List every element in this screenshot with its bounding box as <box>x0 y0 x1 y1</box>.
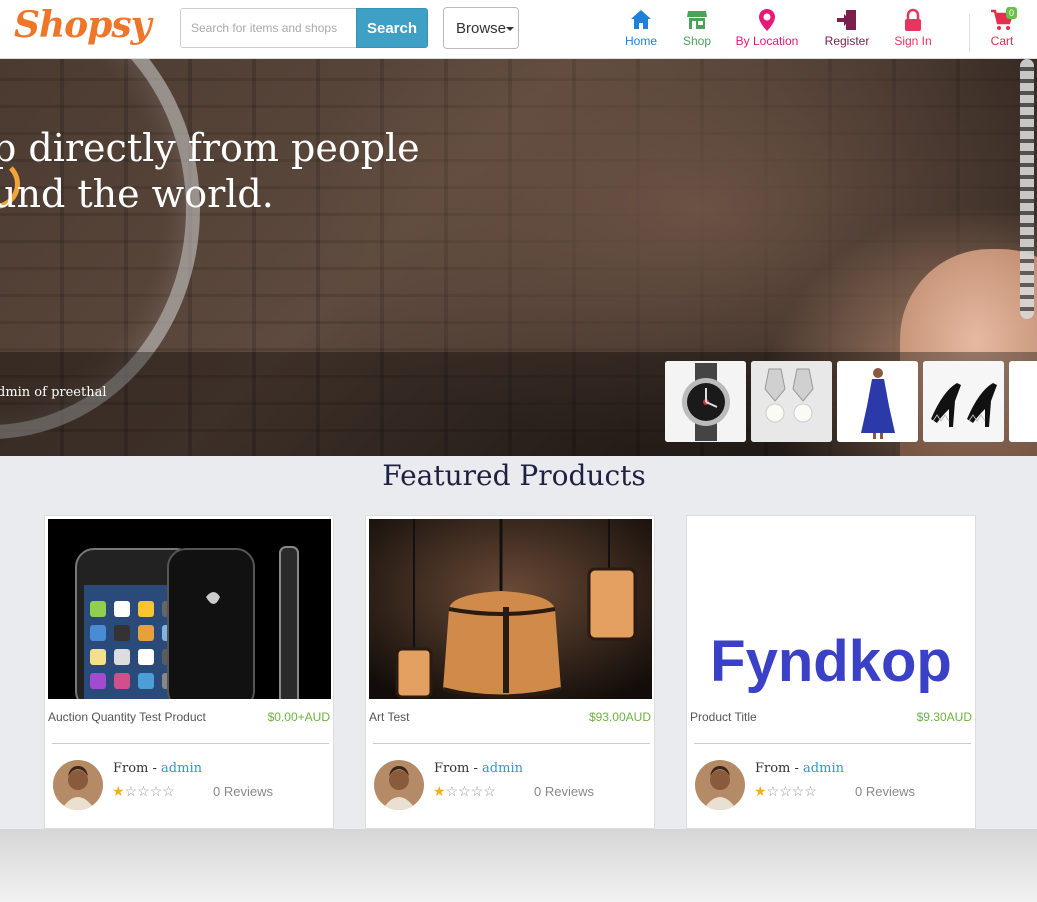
seller-line: From - admin <box>113 761 202 776</box>
product-price: $9.30AUD <box>916 710 972 724</box>
nav-home-label: Home <box>624 34 657 48</box>
star-empty-icon: ☆ <box>779 783 792 799</box>
seller-avatar[interactable] <box>53 760 103 810</box>
hero-line-1: p directly from people <box>0 126 420 170</box>
shop-icon <box>687 11 707 29</box>
hero-thumb-earrings[interactable] <box>751 361 832 442</box>
star-empty-icon: ☆ <box>470 783 484 799</box>
product-image-fyndkop[interactable]: Fyndkop <box>690 519 973 699</box>
hero-caption: dmin of preethal <box>0 385 107 400</box>
home-icon <box>631 10 651 29</box>
watch-image <box>665 361 746 442</box>
star-empty-icon: ☆ <box>149 783 163 799</box>
rating-stars: ★☆☆☆☆ <box>112 783 175 800</box>
nav-divider <box>969 14 970 52</box>
star-empty-icon: ☆ <box>766 783 780 799</box>
review-count[interactable]: 0 Reviews <box>534 784 594 799</box>
fyndkop-text: Fyndkop <box>710 629 952 694</box>
earrings-image <box>751 361 832 442</box>
star-empty-icon: ☆ <box>791 783 805 799</box>
dress-image <box>837 361 918 442</box>
card-divider <box>694 743 971 744</box>
nav-shop[interactable]: Shop <box>678 8 716 48</box>
nav-home[interactable]: Home <box>622 8 660 48</box>
from-label: From - <box>113 761 162 776</box>
nav-sign-in[interactable]: Sign In <box>892 8 934 48</box>
star-empty-icon: ☆ <box>124 783 138 799</box>
site-header: Shopsy Search Browse Home Shop By Locati… <box>0 0 1037 59</box>
star-empty-icon: ☆ <box>458 783 471 799</box>
iphone-image <box>48 519 331 699</box>
shopsy-logo[interactable]: Shopsy <box>14 4 152 46</box>
browse-dropdown[interactable]: Browse <box>443 7 519 49</box>
fyndkop-logo-image: Fyndkop <box>690 519 973 699</box>
lock-icon <box>905 8 921 31</box>
nav-register-label: Register <box>824 34 870 48</box>
cart-count-badge: 0 <box>1006 7 1018 19</box>
product-image-lamps[interactable] <box>369 519 652 699</box>
seller-line: From - admin <box>434 761 523 776</box>
seller-link[interactable]: admin <box>803 761 844 776</box>
seller-avatar[interactable] <box>374 760 424 810</box>
hero-thumb-more[interactable] <box>1009 361 1037 442</box>
product-image-iphone[interactable] <box>48 519 331 699</box>
product-card[interactable]: Art Test $93.00AUD From - admin ★☆☆☆☆ 0 … <box>365 515 655 829</box>
hero-line-2: und the world. <box>0 172 274 216</box>
hero-banner: p directly from people und the world. dm… <box>0 59 1037 456</box>
product-price: $0.00+AUD <box>267 710 330 724</box>
caret-down-icon <box>506 27 514 31</box>
nav-location-label: By Location <box>735 34 799 48</box>
rating-stars: ★☆☆☆☆ <box>754 783 817 800</box>
product-card[interactable]: Auction Quantity Test Product $0.00+AUD … <box>44 515 334 829</box>
hero-thumb-dress[interactable] <box>837 361 918 442</box>
pull-chain-graphic <box>1020 59 1034 319</box>
from-label: From - <box>755 761 804 776</box>
nav-shop-label: Shop <box>682 34 712 48</box>
register-icon <box>837 10 856 30</box>
search-button[interactable]: Search <box>356 8 428 48</box>
lamps-image <box>369 519 652 699</box>
location-pin-icon <box>759 9 775 31</box>
seller-line: From - admin <box>755 761 844 776</box>
star-filled-icon: ★ <box>433 783 446 799</box>
product-title[interactable]: Art Test <box>369 710 409 724</box>
hero-thumb-heels[interactable] <box>923 361 1004 442</box>
heels-image <box>923 361 1004 442</box>
product-price: $93.00AUD <box>588 710 651 724</box>
nav-register[interactable]: Register <box>821 8 873 48</box>
review-count[interactable]: 0 Reviews <box>213 784 273 799</box>
hero-headline: p directly from people und the world. <box>0 125 420 217</box>
product-title[interactable]: Auction Quantity Test Product <box>48 710 206 724</box>
star-empty-icon: ☆ <box>137 783 150 799</box>
seller-avatar[interactable] <box>695 760 745 810</box>
hero-thumb-watch[interactable] <box>665 361 746 442</box>
star-filled-icon: ★ <box>112 783 125 799</box>
card-divider <box>52 743 329 744</box>
star-empty-icon: ☆ <box>483 783 496 799</box>
product-title[interactable]: Product Title <box>690 710 757 724</box>
product-card[interactable]: Fyndkop Product Title $9.30AUD From - ad… <box>686 515 976 829</box>
star-empty-icon: ☆ <box>804 783 817 799</box>
seller-link[interactable]: admin <box>161 761 202 776</box>
rating-stars: ★☆☆☆☆ <box>433 783 496 800</box>
footer-band <box>0 829 1037 902</box>
nav-by-location[interactable]: By Location <box>733 8 801 48</box>
star-empty-icon: ☆ <box>445 783 459 799</box>
search-input[interactable] <box>180 8 357 48</box>
nav-cart-label: Cart <box>990 34 1014 48</box>
browse-label: Browse <box>456 19 507 37</box>
from-label: From - <box>434 761 483 776</box>
seller-link[interactable]: admin <box>482 761 523 776</box>
star-filled-icon: ★ <box>754 783 767 799</box>
nav-signin-label: Sign In <box>894 34 932 48</box>
card-divider <box>373 743 650 744</box>
nav-cart[interactable]: 0 Cart <box>986 7 1018 48</box>
star-empty-icon: ☆ <box>162 783 175 799</box>
featured-products-heading: Featured Products <box>382 459 646 492</box>
review-count[interactable]: 0 Reviews <box>855 784 915 799</box>
